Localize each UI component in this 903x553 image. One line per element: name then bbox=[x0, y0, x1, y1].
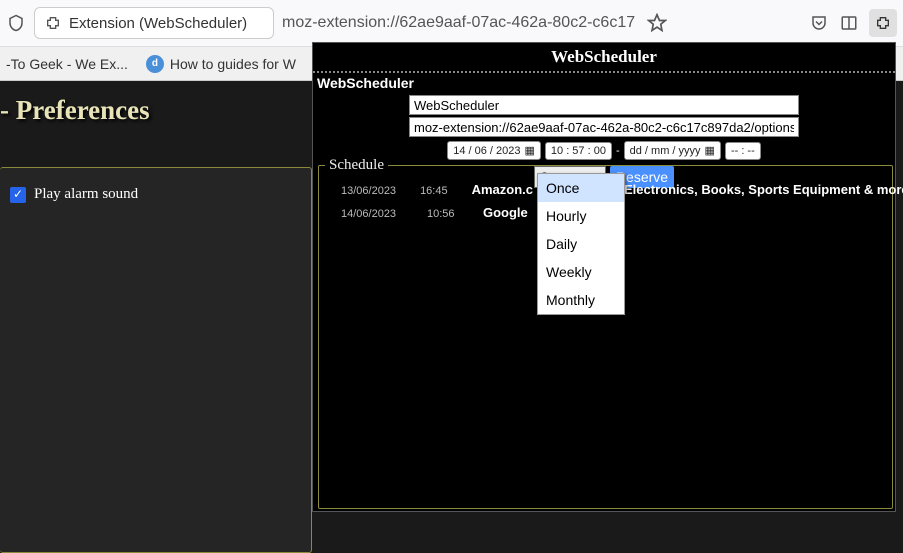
schedule-time: 16:45 bbox=[420, 185, 448, 197]
preferences-panel: ✓ Play alarm sound bbox=[0, 167, 312, 553]
calendar-icon: ▦ bbox=[525, 144, 535, 157]
preferences-heading: - Preferences bbox=[0, 95, 150, 126]
address-identity-box[interactable]: Extension (WebScheduler) bbox=[34, 7, 274, 39]
schedule-date: 14/06/2023 bbox=[341, 208, 403, 220]
reader-icon[interactable] bbox=[839, 13, 859, 33]
address-url[interactable]: moz-extension://62ae9aaf-07ac-462a-80c2-… bbox=[282, 14, 635, 32]
pref-play-alarm[interactable]: ✓ Play alarm sound bbox=[10, 186, 301, 203]
checkbox-checked-icon[interactable]: ✓ bbox=[10, 187, 26, 203]
dropdown-option-daily[interactable]: Daily bbox=[538, 230, 624, 258]
start-date-input[interactable]: 14 / 06 / 2023▦ bbox=[447, 141, 541, 160]
schedule-name-input[interactable] bbox=[409, 95, 799, 115]
star-icon[interactable] bbox=[647, 13, 667, 33]
range-separator: - bbox=[616, 145, 620, 157]
end-time-input[interactable]: -- : -- bbox=[725, 142, 761, 160]
bookmark-favicon: d bbox=[146, 55, 164, 73]
schedule-legend: Schedule bbox=[325, 157, 388, 174]
bookmark-item[interactable]: -To Geek - We Ex... bbox=[6, 56, 128, 72]
pocket-icon[interactable] bbox=[809, 13, 829, 33]
extensions-button[interactable] bbox=[869, 9, 897, 37]
dropdown-option-hourly[interactable]: Hourly bbox=[538, 202, 624, 230]
dropdown-option-monthly[interactable]: Monthly bbox=[538, 286, 624, 314]
calendar-icon: ▦ bbox=[705, 144, 715, 157]
end-date-input[interactable]: dd / mm / yyyy▦ bbox=[624, 141, 721, 160]
popup-title: WebScheduler bbox=[313, 43, 895, 73]
webscheduler-popup: WebScheduler WebScheduler 14 / 06 / 2023… bbox=[312, 42, 896, 512]
bookmark-item[interactable]: d How to guides for W bbox=[146, 55, 296, 73]
pref-label: Play alarm sound bbox=[34, 186, 138, 203]
frequency-dropdown: Once Hourly Daily Weekly Monthly bbox=[537, 173, 625, 315]
schedule-date: 13/06/2023 bbox=[341, 185, 396, 197]
browser-toolbar: Extension (WebScheduler) moz-extension:/… bbox=[0, 0, 903, 47]
popup-subtitle: WebScheduler bbox=[313, 73, 895, 93]
start-time-input[interactable]: 10 : 57 : 00 bbox=[545, 142, 612, 160]
schedule-url-input[interactable] bbox=[409, 117, 799, 137]
shield-icon[interactable] bbox=[6, 13, 26, 33]
address-page-label: Extension (WebScheduler) bbox=[69, 15, 247, 32]
dropdown-option-once[interactable]: Once bbox=[538, 174, 624, 202]
schedule-title: Google bbox=[483, 205, 528, 220]
dropdown-option-weekly[interactable]: Weekly bbox=[538, 258, 624, 286]
extension-icon bbox=[43, 13, 63, 33]
schedule-time: 10:56 bbox=[427, 208, 459, 220]
